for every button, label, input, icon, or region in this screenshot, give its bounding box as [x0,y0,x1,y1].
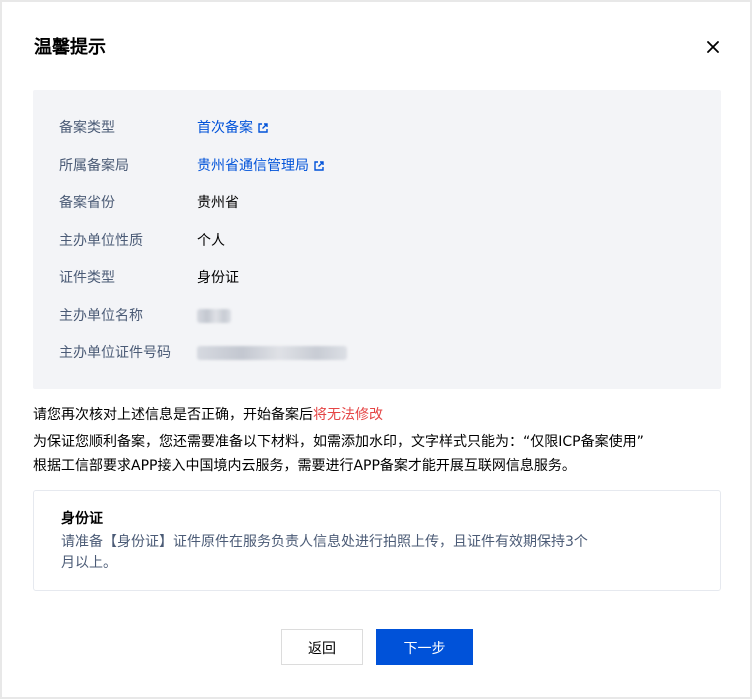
external-link-icon [313,160,325,172]
redacted-text [197,309,231,323]
info-value: 贵州省 [197,195,239,211]
filing-type-link[interactable]: 首次备案 [197,118,269,138]
notice-verify: 请您再次核对上述信息是否正确，开始备案后将无法修改 [33,405,383,425]
info-label: 主办单位证件号码 [59,345,171,361]
external-link-icon [257,122,269,134]
close-icon [707,41,719,53]
document-title: 身份证 [61,511,103,527]
info-value-redacted [197,309,231,323]
info-label: 主办单位性质 [59,233,143,249]
notice-text: 请您再次核对上述信息是否正确，开始备案后 [33,407,313,423]
notice-materials: 为保证您顺利备案，您还需要准备以下材料，如需添加水印，文字样式只能为：“仅限IC… [33,434,644,450]
info-row-filing-type: 备案类型 首次备案 [59,118,269,138]
redacted-text [197,346,347,360]
document-description: 请准备【身份证】证件原件在服务负责人信息处进行拍照上传，且证件有效期保持3个月以… [61,534,588,571]
info-label: 备案省份 [59,195,115,211]
info-value: 首次备案 [197,120,253,136]
info-value: 身份证 [197,270,239,286]
info-row-filing-bureau: 所属备案局 贵州省通信管理局 [59,156,325,176]
info-value-redacted [197,346,347,360]
info-label: 备案类型 [59,120,115,136]
info-row-organizer-id-number: 主办单位证件号码 [59,343,347,363]
dialog-title: 温馨提示 [34,37,106,58]
info-label: 证件类型 [59,270,115,286]
info-value: 贵州省通信管理局 [197,158,309,174]
confirmation-dialog: 温馨提示 备案类型 首次备案 所属备案局 贵州省通信管理局 备案省份 贵州省 主… [2,2,750,697]
notice-app-filing: 根据工信部要求APP接入中国境内云服务，需要进行APP备案才能开展互联网信息服务… [33,458,576,474]
close-button[interactable] [702,36,724,58]
back-button[interactable]: 返回 [281,629,363,665]
required-document-card: 身份证 请准备【身份证】证件原件在服务负责人信息处进行拍照上传，且证件有效期保持… [33,490,721,591]
info-row-province: 备案省份 贵州省 [59,193,239,213]
notice-warning-text: 将无法修改 [313,407,383,423]
info-label: 主办单位名称 [59,308,143,324]
info-label: 所属备案局 [59,158,129,174]
info-row-organizer-type: 主办单位性质 个人 [59,231,225,251]
filing-bureau-link[interactable]: 贵州省通信管理局 [197,156,325,176]
next-step-button[interactable]: 下一步 [376,629,473,665]
info-row-id-type: 证件类型 身份证 [59,268,239,288]
info-value: 个人 [197,233,225,249]
filing-info-panel: 备案类型 首次备案 所属备案局 贵州省通信管理局 备案省份 贵州省 主办单位性质… [33,90,721,389]
info-row-organizer-name: 主办单位名称 [59,306,231,326]
